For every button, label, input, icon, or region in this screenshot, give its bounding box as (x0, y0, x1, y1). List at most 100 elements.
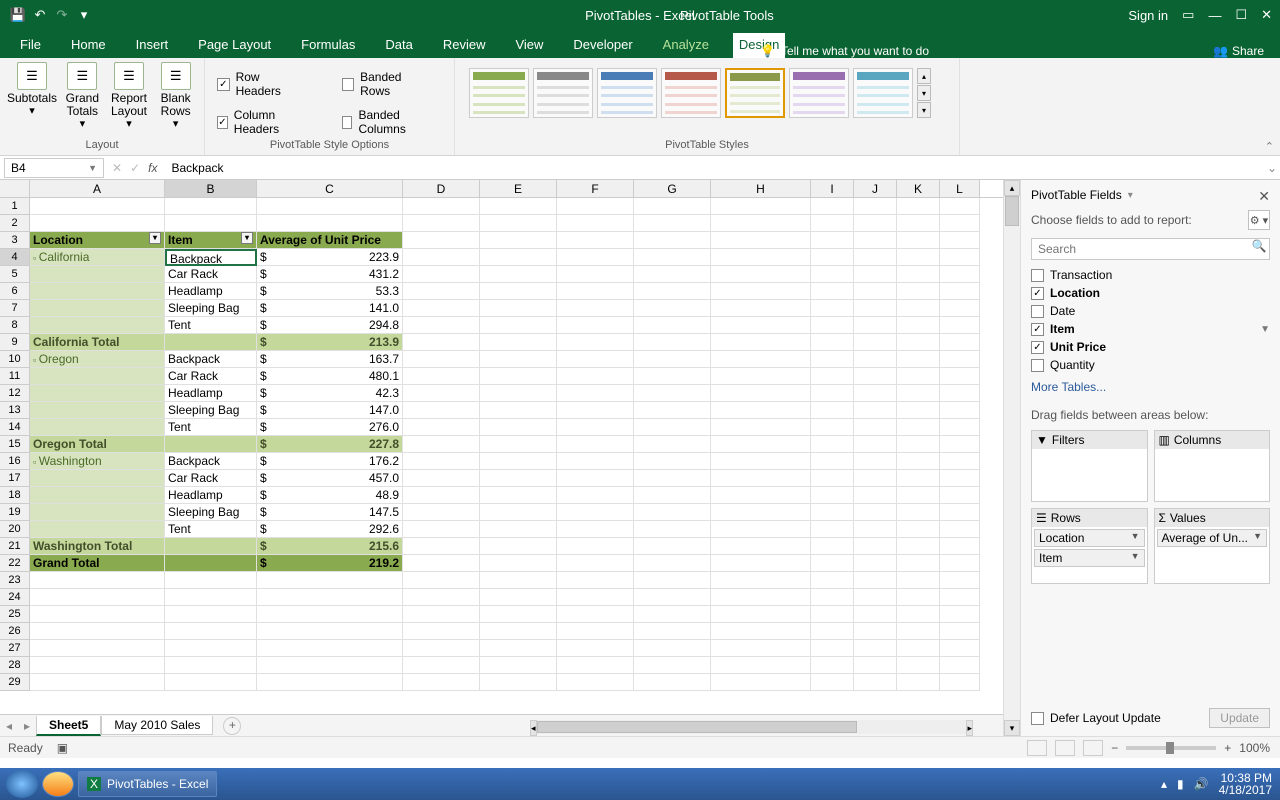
cell[interactable] (854, 334, 897, 351)
cell[interactable] (634, 589, 711, 606)
cell[interactable] (480, 487, 557, 504)
cell[interactable] (940, 606, 980, 623)
cell[interactable] (634, 215, 711, 232)
cell[interactable] (557, 487, 634, 504)
cell[interactable] (165, 436, 257, 453)
row-header[interactable]: 13 (0, 402, 30, 419)
cell[interactable] (711, 470, 811, 487)
cell[interactable] (811, 572, 854, 589)
cell[interactable] (557, 283, 634, 300)
cell[interactable] (711, 453, 811, 470)
row-header[interactable]: 25 (0, 606, 30, 623)
cell[interactable] (634, 249, 711, 266)
row-header[interactable]: 5 (0, 266, 30, 283)
cell[interactable]: 147.0 (257, 402, 403, 419)
tab-insert[interactable]: Insert (130, 33, 175, 58)
cell[interactable] (403, 317, 480, 334)
cell[interactable] (854, 674, 897, 691)
cell[interactable] (480, 640, 557, 657)
cell[interactable] (403, 436, 480, 453)
cancel-formula-icon[interactable]: ✕ (112, 161, 122, 175)
cell[interactable] (480, 198, 557, 215)
cell[interactable] (940, 300, 980, 317)
cell[interactable] (165, 198, 257, 215)
field-item-transaction[interactable]: Transaction (1031, 268, 1270, 282)
cell[interactable] (30, 623, 165, 640)
defer-layout-checkbox[interactable]: Defer Layout Update (1031, 711, 1161, 725)
cell[interactable] (557, 555, 634, 572)
select-all-cell[interactable] (0, 180, 30, 197)
cell[interactable] (634, 368, 711, 385)
zoom-out-icon[interactable]: − (1111, 741, 1118, 755)
style-swatch[interactable] (661, 68, 721, 118)
field-search-input[interactable] (1032, 239, 1249, 259)
row-header[interactable]: 3 (0, 232, 30, 249)
update-button[interactable]: Update (1209, 708, 1270, 728)
cell[interactable] (634, 283, 711, 300)
tray-sound-icon[interactable]: 🔊 (1194, 777, 1209, 791)
cell[interactable] (854, 368, 897, 385)
chrome-taskbar-icon[interactable] (42, 771, 74, 797)
cell[interactable] (940, 334, 980, 351)
cell[interactable] (811, 640, 854, 657)
minimize-icon[interactable]: — (1208, 8, 1221, 23)
cell[interactable] (634, 198, 711, 215)
cell[interactable] (165, 334, 257, 351)
cell[interactable] (480, 589, 557, 606)
cell[interactable] (811, 470, 854, 487)
share-button[interactable]: 👥 Share (1213, 44, 1264, 58)
cell[interactable]: 480.1 (257, 368, 403, 385)
cell[interactable] (854, 436, 897, 453)
zoom-in-icon[interactable]: + (1224, 741, 1231, 755)
cell[interactable]: 53.3 (257, 283, 403, 300)
cell[interactable] (897, 589, 940, 606)
cell[interactable]: 48.9 (257, 487, 403, 504)
zoom-thumb[interactable] (1166, 742, 1174, 754)
cell[interactable] (557, 657, 634, 674)
cell[interactable] (480, 538, 557, 555)
vscroll-up-icon[interactable]: ▴ (1004, 180, 1020, 196)
cell[interactable] (711, 351, 811, 368)
cell[interactable] (480, 453, 557, 470)
cell[interactable] (711, 419, 811, 436)
cell[interactable] (403, 555, 480, 572)
cell[interactable] (557, 538, 634, 555)
cell[interactable] (557, 606, 634, 623)
maximize-icon[interactable]: ☐ (1235, 7, 1247, 23)
pane-menu-icon[interactable]: ▾ (1128, 190, 1133, 201)
cell[interactable] (557, 198, 634, 215)
cell[interactable] (854, 283, 897, 300)
cell[interactable] (811, 317, 854, 334)
cell[interactable] (940, 504, 980, 521)
cell[interactable] (165, 538, 257, 555)
ribbon-display-icon[interactable]: ▭ (1182, 7, 1194, 23)
style-swatch[interactable] (597, 68, 657, 118)
cell[interactable] (897, 674, 940, 691)
cell[interactable] (940, 198, 980, 215)
undo-icon[interactable]: ↶ (32, 7, 48, 23)
cell[interactable] (557, 232, 634, 249)
style-swatch[interactable] (469, 68, 529, 118)
cell[interactable] (897, 215, 940, 232)
cell[interactable] (557, 266, 634, 283)
style-swatch-selected[interactable] (725, 68, 785, 118)
cell[interactable] (940, 266, 980, 283)
cell[interactable] (711, 674, 811, 691)
cell[interactable] (811, 606, 854, 623)
cell[interactable] (403, 385, 480, 402)
row-header[interactable]: 4 (0, 249, 30, 266)
cell[interactable] (897, 402, 940, 419)
field-item-location[interactable]: ✓Location (1031, 286, 1270, 300)
page-layout-view-button[interactable] (1055, 740, 1075, 756)
cell[interactable] (897, 538, 940, 555)
cell[interactable]: 276.0 (257, 419, 403, 436)
cell[interactable] (165, 555, 257, 572)
cell[interactable]: California (30, 249, 165, 266)
row-header[interactable]: 19 (0, 504, 30, 521)
cell[interactable] (403, 300, 480, 317)
name-box[interactable]: B4▼ (4, 158, 104, 178)
tab-view[interactable]: View (509, 33, 549, 58)
banded-columns-checkbox[interactable]: Banded Columns (342, 108, 432, 136)
cell[interactable] (634, 317, 711, 334)
cell[interactable] (634, 300, 711, 317)
